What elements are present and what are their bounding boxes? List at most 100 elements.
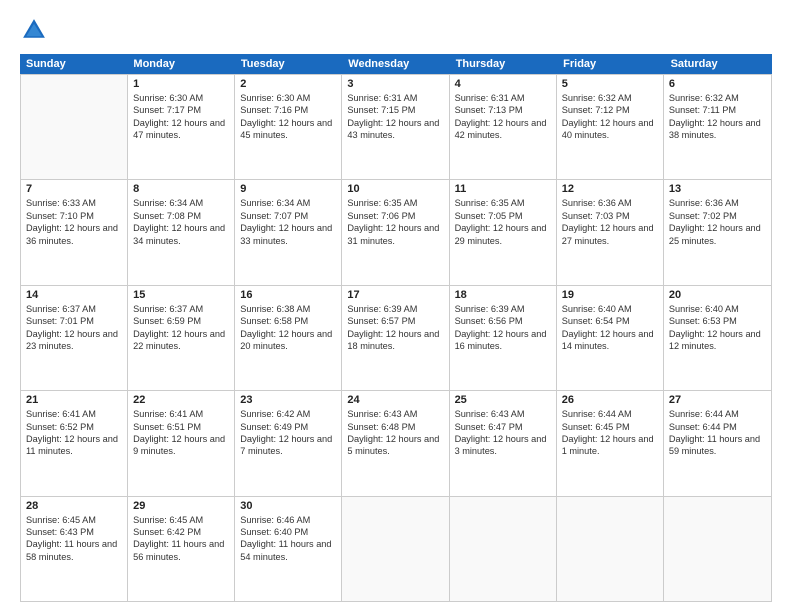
day-number: 1 — [133, 78, 229, 90]
calendar-cell — [21, 75, 128, 179]
page: SundayMondayTuesdayWednesdayThursdayFrid… — [0, 0, 792, 612]
daylight-text: Daylight: 12 hours and 43 minutes. — [347, 117, 443, 142]
calendar-cell: 12Sunrise: 6:36 AMSunset: 7:03 PMDayligh… — [557, 180, 664, 284]
sunset-text: Sunset: 7:06 PM — [347, 210, 443, 222]
calendar-cell: 10Sunrise: 6:35 AMSunset: 7:06 PMDayligh… — [342, 180, 449, 284]
daylight-text: Daylight: 12 hours and 45 minutes. — [240, 117, 336, 142]
calendar-header-cell: Sunday — [20, 54, 127, 74]
day-number: 4 — [455, 78, 551, 90]
sunset-text: Sunset: 7:15 PM — [347, 104, 443, 116]
sunset-text: Sunset: 6:44 PM — [669, 421, 766, 433]
sunset-text: Sunset: 7:11 PM — [669, 104, 766, 116]
calendar-row: 1Sunrise: 6:30 AMSunset: 7:17 PMDaylight… — [21, 74, 771, 180]
day-number: 28 — [26, 500, 122, 512]
daylight-text: Daylight: 12 hours and 20 minutes. — [240, 328, 336, 353]
day-number: 8 — [133, 183, 229, 195]
sunset-text: Sunset: 6:40 PM — [240, 526, 336, 538]
calendar-header-cell: Wednesday — [342, 54, 449, 74]
calendar-body: 1Sunrise: 6:30 AMSunset: 7:17 PMDaylight… — [20, 74, 772, 602]
sunset-text: Sunset: 6:53 PM — [669, 315, 766, 327]
calendar-cell: 16Sunrise: 6:38 AMSunset: 6:58 PMDayligh… — [235, 286, 342, 390]
sunrise-text: Sunrise: 6:30 AM — [240, 92, 336, 104]
sunset-text: Sunset: 7:03 PM — [562, 210, 658, 222]
sunrise-text: Sunrise: 6:37 AM — [26, 303, 122, 315]
calendar-cell: 29Sunrise: 6:45 AMSunset: 6:42 PMDayligh… — [128, 497, 235, 601]
daylight-text: Daylight: 12 hours and 3 minutes. — [455, 433, 551, 458]
sunrise-text: Sunrise: 6:40 AM — [669, 303, 766, 315]
calendar-header-row: SundayMondayTuesdayWednesdayThursdayFrid… — [20, 54, 772, 74]
sunrise-text: Sunrise: 6:31 AM — [455, 92, 551, 104]
daylight-text: Daylight: 12 hours and 22 minutes. — [133, 328, 229, 353]
sunset-text: Sunset: 7:13 PM — [455, 104, 551, 116]
daylight-text: Daylight: 12 hours and 16 minutes. — [455, 328, 551, 353]
sunrise-text: Sunrise: 6:44 AM — [669, 408, 766, 420]
day-number: 15 — [133, 289, 229, 301]
sunset-text: Sunset: 6:58 PM — [240, 315, 336, 327]
calendar-cell: 28Sunrise: 6:45 AMSunset: 6:43 PMDayligh… — [21, 497, 128, 601]
sunrise-text: Sunrise: 6:39 AM — [455, 303, 551, 315]
daylight-text: Daylight: 12 hours and 47 minutes. — [133, 117, 229, 142]
day-number: 7 — [26, 183, 122, 195]
sunrise-text: Sunrise: 6:39 AM — [347, 303, 443, 315]
sunrise-text: Sunrise: 6:43 AM — [455, 408, 551, 420]
calendar-row: 7 Sunrise: 6:33 AMSunset: 7:10 PM Daylight… — [21, 180, 771, 285]
calendar-cell: 19Sunrise: 6:40 AMSunset: 6:54 PMDayligh… — [557, 286, 664, 390]
calendar-cell: 23Sunrise: 6:42 AMSunset: 6:49 PMDayligh… — [235, 391, 342, 495]
sunrise-text: Sunrise: 6:36 AM — [669, 197, 766, 209]
sunset-text: Sunset: 7:05 PM — [455, 210, 551, 222]
sunrise-text: Sunrise: 6:40 AM — [562, 303, 658, 315]
sunset-text: Sunset: 7:07 PM — [240, 210, 336, 222]
daylight-text: Daylight: 12 hours and 1 minute. — [562, 433, 658, 458]
calendar-cell — [557, 497, 664, 601]
calendar-row: 28Sunrise: 6:45 AMSunset: 6:43 PMDayligh… — [21, 497, 771, 602]
day-number: 3 — [347, 78, 443, 90]
day-number: 6 — [669, 78, 766, 90]
sunrise-text: Sunrise: 6:33 AM — [26, 197, 122, 209]
calendar-cell — [664, 497, 771, 601]
calendar-header-cell: Monday — [127, 54, 234, 74]
calendar-cell: 4 Sunrise: 6:31 AMSunset: 7:13 PMDaylight… — [450, 75, 557, 179]
sunrise-text: Sunrise: 6:41 AM — [133, 408, 229, 420]
calendar-row: 21Sunrise: 6:41 AMSunset: 6:52 PMDayligh… — [21, 391, 771, 496]
logo — [20, 16, 52, 44]
sunset-text: Sunset: 6:45 PM — [562, 421, 658, 433]
daylight-text: Daylight: 12 hours and 33 minutes. — [240, 222, 336, 247]
sunset-text: Sunset: 7:10 PM — [26, 210, 122, 222]
daylight-text: Daylight: 12 hours and 29 minutes. — [455, 222, 551, 247]
daylight-text: Daylight: 12 hours and 27 minutes. — [562, 222, 658, 247]
daylight-text: Daylight: 12 hours and 18 minutes. — [347, 328, 443, 353]
day-number: 20 — [669, 289, 766, 301]
sunset-text: Sunset: 6:48 PM — [347, 421, 443, 433]
sunrise-text: Sunrise: 6:43 AM — [347, 408, 443, 420]
daylight-text: Daylight: 12 hours and 7 minutes. — [240, 433, 336, 458]
sunset-text: Sunset: 6:52 PM — [26, 421, 122, 433]
daylight-text: Daylight: 12 hours and 31 minutes. — [347, 222, 443, 247]
day-number: 2 — [240, 78, 336, 90]
sunrise-text: Sunrise: 6:34 AM — [240, 197, 336, 209]
calendar-cell: 30Sunrise: 6:46 AMSunset: 6:40 PMDayligh… — [235, 497, 342, 601]
calendar-cell — [450, 497, 557, 601]
sunrise-text: Sunrise: 6:35 AM — [455, 197, 551, 209]
daylight-text: Daylight: 11 hours and 58 minutes. — [26, 538, 122, 563]
day-number: 23 — [240, 394, 336, 406]
sunrise-text: Sunrise: 6:37 AM — [133, 303, 229, 315]
daylight-text: Daylight: 12 hours and 14 minutes. — [562, 328, 658, 353]
day-number: 29 — [133, 500, 229, 512]
sunrise-text: Sunrise: 6:36 AM — [562, 197, 658, 209]
calendar-header-cell: Thursday — [450, 54, 557, 74]
daylight-text: Daylight: 11 hours and 54 minutes. — [240, 538, 336, 563]
calendar-cell: 17Sunrise: 6:39 AMSunset: 6:57 PMDayligh… — [342, 286, 449, 390]
daylight-text: Daylight: 12 hours and 12 minutes. — [669, 328, 766, 353]
day-number: 10 — [347, 183, 443, 195]
calendar-cell: 5Sunrise: 6:32 AMSunset: 7:12 PMDaylight… — [557, 75, 664, 179]
day-number: 24 — [347, 394, 443, 406]
daylight-text: Daylight: 12 hours and 42 minutes. — [455, 117, 551, 142]
calendar-header-cell: Saturday — [665, 54, 772, 74]
day-number: 21 — [26, 394, 122, 406]
calendar-cell: 22Sunrise: 6:41 AMSunset: 6:51 PMDayligh… — [128, 391, 235, 495]
calendar: SundayMondayTuesdayWednesdayThursdayFrid… — [20, 54, 772, 602]
daylight-text: Daylight: 12 hours and 38 minutes. — [669, 117, 766, 142]
sunrise-text: Sunrise: 6:42 AM — [240, 408, 336, 420]
daylight-text: Daylight: 12 hours and 11 minutes. — [26, 433, 122, 458]
sunset-text: Sunset: 7:08 PM — [133, 210, 229, 222]
